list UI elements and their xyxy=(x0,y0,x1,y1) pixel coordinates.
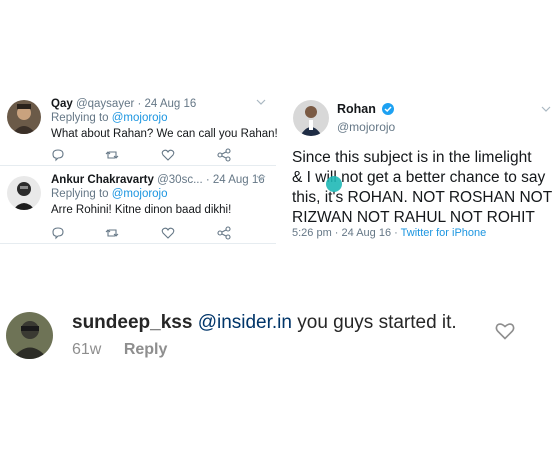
tweet-actions xyxy=(51,226,241,240)
comment-username[interactable]: sundeep_kss xyxy=(72,312,192,333)
avatar[interactable] xyxy=(7,176,41,210)
author-meta: @qaysayer · 24 Aug 16 xyxy=(75,98,197,110)
verified-badge-icon xyxy=(382,103,395,115)
reply-icon[interactable] xyxy=(51,148,65,162)
replying-to: Replying to @mojorojo xyxy=(51,112,168,124)
tweet-qay[interactable]: Qay @qaysayer · 24 Aug 16 Replying to @m… xyxy=(0,92,278,166)
author-meta: @30sc... · 24 Aug 16 xyxy=(157,174,265,186)
tweet-source-link[interactable]: Twitter for iPhone xyxy=(401,227,487,239)
share-icon[interactable] xyxy=(217,226,231,240)
avatar[interactable] xyxy=(7,100,41,134)
retweet-icon[interactable] xyxy=(105,226,119,240)
tweet-text: What about Rahan? We can call you Rahan! xyxy=(51,128,278,140)
share-icon[interactable] xyxy=(217,148,231,162)
reply-icon[interactable] xyxy=(51,226,65,240)
comment-age: 61w xyxy=(72,341,102,358)
tweet-timestamp: 5:26 pm · 24 Aug 16 · Twitter for iPhone xyxy=(292,227,487,239)
tweet-actions xyxy=(51,148,241,162)
retweet-icon[interactable] xyxy=(105,148,119,162)
author-name[interactable]: Qay xyxy=(51,98,73,110)
instagram-comment: sundeep_kss @insider.in you guys started… xyxy=(0,300,557,370)
tweet-text: Arre Rohini! Kitne dinon baad dikhi! xyxy=(51,204,232,216)
author-name[interactable]: Rohan xyxy=(337,102,395,116)
comment-meta: 61w Reply xyxy=(72,341,167,359)
left-tweet-panel: Qay @qaysayer · 24 Aug 16 Replying to @m… xyxy=(0,92,278,245)
like-icon[interactable] xyxy=(161,226,175,240)
heart-icon[interactable] xyxy=(495,322,515,340)
touch-indicator xyxy=(326,176,342,192)
avatar[interactable] xyxy=(293,100,329,136)
comment-mention-link[interactable]: @insider.in xyxy=(198,312,292,333)
author-name[interactable]: Ankur Chakravarty xyxy=(51,174,154,186)
replying-handle-link[interactable]: @mojorojo xyxy=(112,112,168,124)
tweet-ankur[interactable]: Ankur Chakravarty @30sc... · 24 Aug 16 R… xyxy=(0,168,276,244)
avatar[interactable] xyxy=(6,312,53,359)
replying-handle-link[interactable]: @mojorojo xyxy=(112,188,168,200)
chevron-down-icon[interactable] xyxy=(541,104,551,114)
comment-text: sundeep_kss @insider.in you guys started… xyxy=(72,312,457,333)
like-icon[interactable] xyxy=(161,148,175,162)
main-tweet[interactable]: Rohan @mojorojo Since this subject is in… xyxy=(282,92,557,245)
chevron-down-icon[interactable] xyxy=(256,173,266,183)
author-handle[interactable]: @mojorojo xyxy=(337,120,395,134)
replying-to: Replying to @mojorojo xyxy=(51,188,168,200)
reply-button[interactable]: Reply xyxy=(124,341,168,358)
chevron-down-icon[interactable] xyxy=(256,97,266,107)
tweet-header: Qay @qaysayer · 24 Aug 16 xyxy=(51,98,196,110)
tweet-header: Ankur Chakravarty @30sc... · 24 Aug 16 xyxy=(51,174,265,186)
